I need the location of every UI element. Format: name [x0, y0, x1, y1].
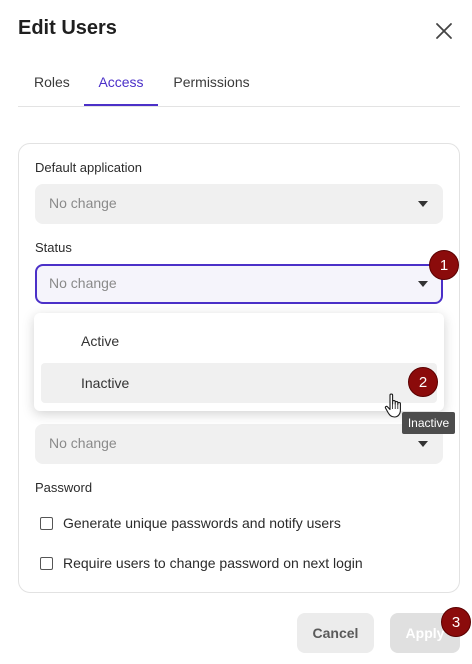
require-change-label: Require users to change password on next… [63, 555, 363, 571]
status-option-inactive-label: Inactive [81, 375, 130, 391]
chevron-down-icon [418, 281, 428, 287]
default-application-label: Default application [35, 160, 142, 175]
generate-passwords-label: Generate unique passwords and notify use… [63, 515, 341, 531]
status-dropdown-menu: Active Inactive [34, 313, 444, 411]
tab-permissions[interactable]: Permissions [172, 66, 251, 106]
chevron-down-icon [418, 201, 428, 207]
default-application-value: No change [49, 195, 117, 211]
status-option-active-label: Active [81, 333, 120, 349]
status-select[interactable]: No change [35, 264, 443, 304]
status-option-inactive[interactable]: Inactive [41, 363, 437, 403]
tab-roles[interactable]: Roles [34, 66, 70, 106]
dialog-title: Edit Users [18, 17, 117, 39]
require-change-checkbox[interactable] [40, 557, 53, 570]
generate-passwords-checkbox[interactable] [40, 517, 53, 530]
password-label: Password [35, 480, 93, 495]
default-application-select[interactable]: No change [35, 184, 443, 224]
close-icon[interactable] [433, 20, 455, 42]
tab-bar: Roles Access Permissions [18, 66, 460, 107]
step-badge-2: 2 [408, 367, 438, 397]
step-badge-3: 3 [441, 607, 471, 637]
inactive-tooltip: Inactive [402, 412, 455, 434]
status-value: No change [49, 275, 117, 291]
third-select-value: No change [49, 435, 117, 451]
chevron-down-icon [418, 441, 428, 447]
step-badge-1: 1 [429, 250, 459, 280]
status-label: Status [35, 240, 72, 255]
tab-access[interactable]: Access [84, 66, 158, 106]
third-select[interactable]: No change [35, 424, 443, 464]
cancel-button[interactable]: Cancel [297, 613, 374, 653]
status-option-active[interactable]: Active [41, 321, 437, 361]
